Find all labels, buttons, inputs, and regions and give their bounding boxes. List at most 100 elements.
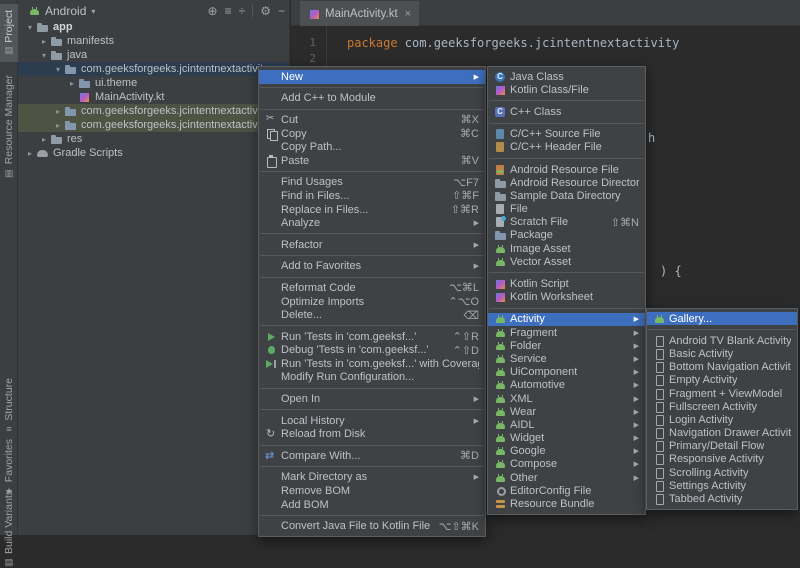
chevron-collapsed-icon[interactable]: ▸ — [66, 79, 78, 88]
tool-tab-favorites[interactable]: Favorites★ — [0, 438, 18, 498]
menu-item-primary-detail-flow[interactable]: Primary/Detail Flow — [647, 440, 797, 453]
menu-item-reformat-code[interactable]: Reformat Code⌥⌘L — [259, 281, 485, 295]
tree-item-java[interactable]: ▾java — [18, 48, 290, 62]
menu-item-new[interactable]: New▶ — [259, 70, 485, 84]
menu-item-gallery[interactable]: Gallery... — [647, 312, 797, 325]
menu-item-automotive[interactable]: Automotive▶ — [488, 379, 645, 392]
menu-item-bottom-navigation-activity[interactable]: Bottom Navigation Activity — [647, 361, 797, 374]
menu-item-replace-in-files[interactable]: Replace in Files...⇧⌘R — [259, 203, 485, 217]
menu-item-service[interactable]: Service▶ — [488, 352, 645, 365]
menu-item-kotlin-worksheet[interactable]: Kotlin Worksheet — [488, 291, 645, 304]
collapse-all-icon[interactable]: ÷ — [239, 5, 246, 17]
menu-item-scratch-file[interactable]: Scratch File⇧⌘N — [488, 216, 645, 229]
editor-tab-mainactivity[interactable]: MainActivity.kt × — [300, 1, 419, 26]
locate-icon[interactable]: ⊕ — [208, 5, 218, 17]
menu-item-android-resource-file[interactable]: Android Resource File — [488, 163, 645, 176]
menu-item-copy-path[interactable]: Copy Path... — [259, 140, 485, 154]
menu-item-settings-activity[interactable]: Settings Activity — [647, 479, 797, 492]
menu-item-scrolling-activity[interactable]: Scrolling Activity — [647, 466, 797, 479]
menu-item-image-asset[interactable]: Image Asset — [488, 242, 645, 255]
menu-item-basic-activity[interactable]: Basic Activity — [647, 347, 797, 360]
tool-tab-structure[interactable]: Structure≡ — [0, 376, 18, 436]
menu-item-sample-data-directory[interactable]: Sample Data Directory — [488, 189, 645, 202]
menu-item-copy[interactable]: Copy⌘C — [259, 127, 485, 141]
menu-item-kotlin-class-file[interactable]: Kotlin Class/File — [488, 83, 645, 96]
tree-item-mainactivity-kt[interactable]: MainActivity.kt — [18, 90, 290, 104]
menu-item-debug-tests-in-com-geeksf[interactable]: Debug 'Tests in 'com.geeksf...'⌃⇧D — [259, 344, 485, 358]
menu-item-kotlin-script[interactable]: Kotlin Script — [488, 277, 645, 290]
menu-item-modify-run-configuration[interactable]: Modify Run Configuration... — [259, 371, 485, 385]
menu-item-find-usages[interactable]: Find Usages⌥F7 — [259, 176, 485, 190]
menu-item-optimize-imports[interactable]: Optimize Imports⌃⌥O — [259, 295, 485, 309]
chevron-collapsed-icon[interactable]: ▸ — [38, 135, 50, 144]
menu-item-open-in[interactable]: Open In▶ — [259, 392, 485, 406]
menu-item-add-bom[interactable]: Add BOM — [259, 498, 485, 512]
menu-item-wear[interactable]: Wear▶ — [488, 405, 645, 418]
menu-item-mark-directory-as[interactable]: Mark Directory as▶ — [259, 471, 485, 485]
menu-item-responsive-activity[interactable]: Responsive Activity — [647, 453, 797, 466]
menu-item-add-c-to-module[interactable]: Add C++ to Module — [259, 92, 485, 106]
menu-item-analyze[interactable]: Analyze▶ — [259, 216, 485, 230]
code-line[interactable]: package com.geeksforgeeks.jcintentnextac… — [347, 36, 679, 50]
menu-item-file[interactable]: File — [488, 203, 645, 216]
settings-gear-icon[interactable]: ⚙ — [260, 5, 271, 17]
menu-item-reload-from-disk[interactable]: Reload from Disk — [259, 427, 485, 441]
tool-tab-resource-manager[interactable]: Resource Manager▥ — [0, 66, 18, 188]
menu-item-c-class[interactable]: C++ Class — [488, 105, 645, 118]
menu-item-java-class[interactable]: Java Class — [488, 70, 645, 83]
menu-item-c-c-source-file[interactable]: C/C++ Source File — [488, 128, 645, 141]
expand-all-icon[interactable]: ≡ — [225, 5, 232, 17]
chevron-collapsed-icon[interactable]: ▸ — [24, 149, 36, 158]
chevron-expanded-icon[interactable]: ▾ — [52, 65, 64, 74]
menu-item-find-in-files[interactable]: Find in Files...⇧⌘F — [259, 189, 485, 203]
chevron-collapsed-icon[interactable]: ▸ — [52, 121, 64, 130]
menu-item-remove-bom[interactable]: Remove BOM — [259, 484, 485, 498]
tool-tab-project[interactable]: Project▤ — [0, 4, 18, 62]
tree-item-manifests[interactable]: ▸manifests — [18, 34, 290, 48]
menu-item-refactor[interactable]: Refactor▶ — [259, 238, 485, 252]
menu-item-delete[interactable]: Delete...⌫ — [259, 308, 485, 322]
chevron-collapsed-icon[interactable]: ▸ — [52, 107, 64, 116]
hide-panel-icon[interactable]: − — [278, 5, 285, 17]
menu-item-login-activity[interactable]: Login Activity — [647, 413, 797, 426]
menu-item-uicomponent[interactable]: UiComponent▶ — [488, 366, 645, 379]
menu-item-vector-asset[interactable]: Vector Asset — [488, 255, 645, 268]
close-icon[interactable]: × — [405, 8, 411, 20]
menu-item-package[interactable]: Package — [488, 229, 645, 242]
menu-item-compose[interactable]: Compose▶ — [488, 458, 645, 471]
menu-item-editorconfig-file[interactable]: EditorConfig File — [488, 484, 645, 497]
menu-item-paste[interactable]: Paste⌘V — [259, 154, 485, 168]
menu-item-android-resource-directory[interactable]: Android Resource Directory — [488, 176, 645, 189]
menu-item-android-tv-blank-activity[interactable]: Android TV Blank Activity — [647, 334, 797, 347]
menu-item-google[interactable]: Google▶ — [488, 445, 645, 458]
menu-item-tabbed-activity[interactable]: Tabbed Activity — [647, 492, 797, 505]
menu-item-convert-java-file-to-kotlin-file[interactable]: Convert Java File to Kotlin File⌥⇧⌘K — [259, 519, 485, 533]
menu-item-resource-bundle[interactable]: Resource Bundle — [488, 497, 645, 510]
menu-item-xml[interactable]: XML▶ — [488, 392, 645, 405]
menu-item-local-history[interactable]: Local History▶ — [259, 414, 485, 428]
menu-item-fullscreen-activity[interactable]: Fullscreen Activity — [647, 400, 797, 413]
menu-item-other[interactable]: Other▶ — [488, 471, 645, 484]
menu-item-compare-with[interactable]: Compare With...⌘D — [259, 449, 485, 463]
menu-item-widget[interactable]: Widget▶ — [488, 432, 645, 445]
menu-item-aidl[interactable]: AIDL▶ — [488, 418, 645, 431]
chevron-down-icon[interactable]: ▾ — [91, 7, 95, 16]
tree-item-com-geeksforgeeks-jcintentnextactivity-test[interactable]: ▸com.geeksforgeeks.jcintentnextactivity(… — [18, 118, 290, 132]
menu-item-fragment[interactable]: Fragment▶ — [488, 326, 645, 339]
menu-item-run-tests-in-com-geeksf-with-coverage[interactable]: Run 'Tests in 'com.geeksf...' with Cover… — [259, 357, 485, 371]
tool-tab-build-variants[interactable]: Build Variants▤ — [0, 500, 18, 558]
chevron-collapsed-icon[interactable]: ▸ — [38, 37, 50, 46]
project-view-selector[interactable]: Android — [45, 4, 86, 18]
chevron-expanded-icon[interactable]: ▾ — [24, 23, 36, 32]
menu-item-c-c-header-file[interactable]: C/C++ Header File — [488, 141, 645, 154]
tree-item-ui-theme[interactable]: ▸ui.theme — [18, 76, 290, 90]
menu-item-navigation-drawer-activity[interactable]: Navigation Drawer Activity — [647, 427, 797, 440]
menu-item-empty-activity[interactable]: Empty Activity — [647, 374, 797, 387]
menu-item-folder[interactable]: Folder▶ — [488, 339, 645, 352]
tree-item-res[interactable]: ▸res — [18, 132, 290, 146]
menu-item-run-tests-in-com-geeksf[interactable]: Run 'Tests in 'com.geeksf...'⌃⇧R — [259, 330, 485, 344]
chevron-expanded-icon[interactable]: ▾ — [38, 51, 50, 60]
tree-item-gradle-scripts[interactable]: ▸Gradle Scripts — [18, 146, 290, 160]
tree-item-app[interactable]: ▾app — [18, 20, 290, 34]
menu-item-cut[interactable]: Cut⌘X — [259, 113, 485, 127]
